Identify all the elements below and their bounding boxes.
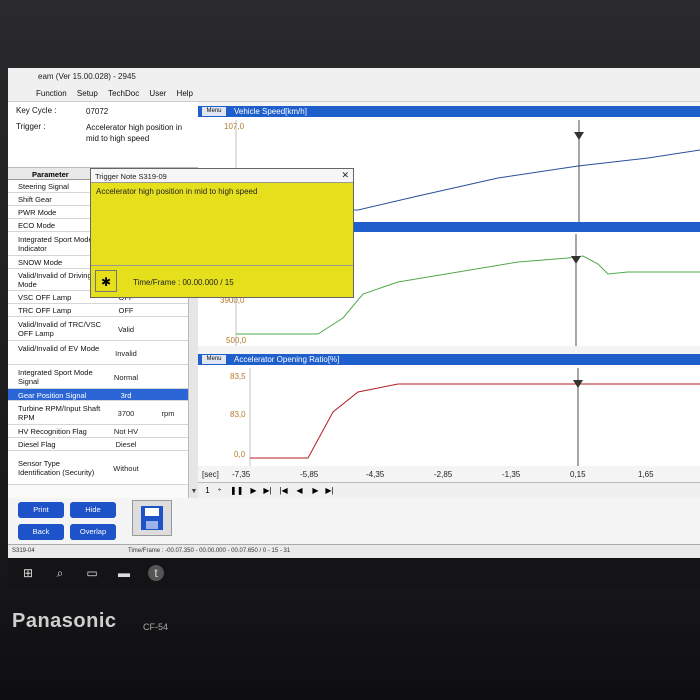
parameter-name: Turbine RPM/Input Shaft RPM bbox=[18, 404, 101, 422]
x-tick: -4,35 bbox=[366, 470, 385, 479]
parameter-name: TRC OFF Lamp bbox=[18, 306, 72, 315]
menubar: Function Setup TechDoc User Help bbox=[8, 86, 700, 102]
trigger-note-title: Trigger Note S319-09 bbox=[91, 169, 353, 183]
x-tick: -1,35 bbox=[502, 470, 521, 479]
step-forward-icon[interactable]: ▶| bbox=[262, 485, 273, 496]
trigger-label: Trigger : bbox=[16, 122, 46, 131]
x-tick: -2,85 bbox=[434, 470, 453, 479]
parameter-value: Diesel bbox=[115, 440, 137, 449]
playback-bar: 1 ÷ ❚❚ ▶ ▶| |◀ ◀ ▶ ▶| bbox=[198, 482, 700, 498]
parameter-unit: rpm bbox=[161, 408, 175, 418]
pause-icon[interactable]: ❚❚ bbox=[230, 485, 243, 496]
status-bar: S319-04 Time/Frame : -00.07.350 - 00.00.… bbox=[8, 544, 700, 558]
x-tick: -5,85 bbox=[300, 470, 319, 479]
save-button[interactable] bbox=[132, 500, 172, 536]
parameter-name: Gear Position Signal bbox=[18, 391, 87, 400]
parameter-value: 3700 bbox=[117, 408, 135, 418]
parameter-value: Not HV bbox=[113, 427, 139, 436]
overlap-button[interactable]: Overlap bbox=[70, 524, 116, 540]
parameter-value: Valid bbox=[117, 324, 135, 334]
status-time: Time/Frame : -00.07.350 - 00.00.000 - 00… bbox=[128, 548, 291, 554]
device-brand: Panasonic bbox=[12, 610, 117, 632]
parameter-name: Sensor Type Identification (Security) bbox=[18, 459, 95, 477]
parameter-row[interactable]: Integrated Sport Mode Signal Normal bbox=[8, 365, 188, 389]
play-icon[interactable]: ▶ bbox=[248, 485, 259, 496]
frame-forward-icon[interactable]: ▶ bbox=[310, 485, 321, 496]
menu-function[interactable]: Function bbox=[32, 86, 71, 101]
parameter-row[interactable]: Sensor Type Identification (Security) Wit… bbox=[8, 451, 188, 485]
parameter-name: Valid/Invalid of TRC/VSC OFF Lamp bbox=[18, 320, 102, 338]
parameter-name: HV Recognition Flag bbox=[18, 427, 87, 436]
status-code: S319-04 bbox=[12, 548, 35, 554]
close-icon[interactable]: ✕ bbox=[341, 170, 349, 181]
cursor-marker-icon bbox=[574, 132, 584, 140]
x-tick: -7,35 bbox=[232, 470, 251, 479]
file-explorer-icon[interactable]: ▬ bbox=[116, 565, 132, 581]
time-axis-unit: [sec] bbox=[202, 470, 219, 479]
trigger-note-footer: ✱ Time/Frame : 00.00.000 / 15 bbox=[91, 265, 353, 297]
accel-line bbox=[250, 383, 700, 459]
menu-techdoc[interactable]: TechDoc bbox=[104, 86, 143, 101]
print-button[interactable]: Print bbox=[18, 502, 64, 518]
menu-user[interactable]: User bbox=[145, 86, 170, 101]
parameter-value: Invalid bbox=[115, 348, 137, 358]
parameter-value: Without bbox=[113, 463, 139, 473]
floppy-disk-icon bbox=[141, 506, 163, 530]
windows-start-icon[interactable]: ⊞ bbox=[20, 565, 36, 581]
parameter-name: Valid/Invalid of EV Mode bbox=[18, 344, 100, 353]
parameter-row[interactable]: Valid/Invalid of EV Mode Invalid bbox=[8, 341, 188, 365]
accel-plot bbox=[249, 368, 700, 466]
parameter-row[interactable]: Valid/Invalid of TRC/VSC OFF Lamp Valid bbox=[8, 317, 188, 341]
parameter-row[interactable]: Diesel Flag Diesel bbox=[8, 438, 188, 451]
step-back-icon[interactable]: ◀ bbox=[294, 485, 305, 496]
key-cycle-label: Key Cycle : bbox=[16, 106, 57, 115]
accel-graph: Menu Accelerator Opening Ratio[%] 83,5 8… bbox=[198, 354, 700, 466]
parameter-row[interactable]: Turbine RPM/Input Shaft RPM 3700 rpm bbox=[8, 401, 188, 425]
app-icon[interactable]: t bbox=[148, 565, 164, 581]
parameter-row[interactable]: HV Recognition Flag Not HV bbox=[8, 425, 188, 438]
bug-icon[interactable]: ✱ bbox=[95, 270, 117, 292]
key-cycle-value: 07072 bbox=[86, 107, 109, 116]
parameter-name: Integrated Sport Mode Signal bbox=[18, 368, 93, 386]
parameter-value: 3rd bbox=[120, 390, 132, 400]
menu-setup[interactable]: Setup bbox=[73, 86, 102, 101]
trigger-note-popup: Trigger Note S319-09 ✕ Accelerator high … bbox=[90, 168, 354, 298]
trigger-note-text: Accelerator high position in mid to high… bbox=[96, 187, 258, 196]
key-info: Key Cycle : 07072 Trigger : Accelerator … bbox=[8, 102, 198, 168]
skip-back-icon[interactable]: |◀ bbox=[278, 485, 289, 496]
parameter-row[interactable]: TRC OFF Lamp OFF bbox=[8, 304, 188, 317]
menu-help[interactable]: Help bbox=[173, 86, 197, 101]
skip-end-icon[interactable]: ▶| bbox=[324, 485, 335, 496]
parameter-value: Normal bbox=[113, 372, 139, 382]
parameter-row[interactable]: Gear Position Signal 3rd bbox=[8, 389, 188, 401]
screen: eam (Ver 15.00.028) - 2945 Function Setu… bbox=[8, 68, 700, 588]
rpm-cursor-marker-icon bbox=[571, 256, 581, 264]
left-panel: Key Cycle : 07072 Trigger : Accelerator … bbox=[8, 102, 198, 498]
x-tick: 1,65 bbox=[638, 470, 654, 479]
speed-selector[interactable]: 1 bbox=[202, 485, 213, 496]
taskbar: ⊞ ⌕ ▭ ▬ t bbox=[8, 558, 700, 588]
device-model: CF-54 bbox=[143, 622, 169, 632]
parameter-name: Diesel Flag bbox=[18, 440, 56, 449]
window-title: eam (Ver 15.00.028) - 2945 bbox=[8, 68, 700, 86]
speed-spin-icon[interactable]: ÷ bbox=[214, 485, 225, 496]
search-icon[interactable]: ⌕ bbox=[52, 565, 68, 581]
task-view-icon[interactable]: ▭ bbox=[84, 565, 100, 581]
hide-button[interactable]: Hide bbox=[70, 502, 116, 518]
trigger-note-time: Time/Frame : 00.00.000 / 15 bbox=[133, 278, 234, 287]
back-button[interactable]: Back bbox=[18, 524, 64, 540]
trigger-value: Accelerator high position in mid to high… bbox=[86, 123, 183, 143]
parameter-value: OFF bbox=[118, 306, 134, 315]
x-tick: 0,15 bbox=[570, 470, 586, 479]
